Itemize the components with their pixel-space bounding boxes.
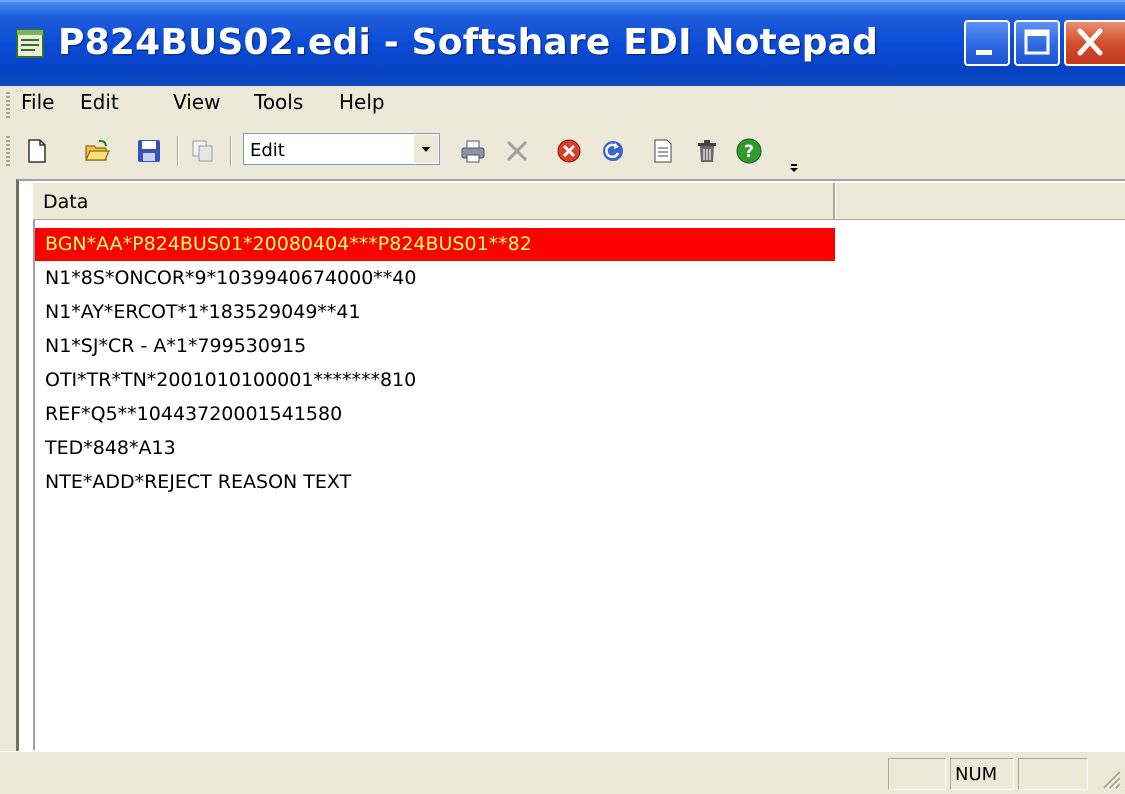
menu-edit[interactable]: Edit	[80, 90, 119, 114]
copy-icon[interactable]	[190, 138, 216, 164]
status-bar: NUM	[0, 751, 1125, 794]
grid-row[interactable]: N1*8S*ONCOR*9*1039940674000**40	[35, 262, 835, 295]
save-icon[interactable]	[136, 138, 162, 164]
menu-bar: File Edit View Tools Help	[0, 86, 1125, 122]
close-button[interactable]	[1064, 20, 1125, 66]
column-header-data[interactable]: Data	[33, 183, 835, 219]
maximize-icon	[1024, 29, 1050, 55]
mode-select-value: Edit	[250, 140, 285, 161]
close-icon	[1077, 28, 1103, 56]
chevron-down-icon	[422, 147, 430, 152]
refresh-icon[interactable]	[600, 138, 626, 164]
toolbar-overflow-icon[interactable]	[789, 160, 799, 174]
maximize-button[interactable]	[1014, 20, 1060, 66]
status-pane-caps	[888, 758, 946, 790]
grid-row[interactable]: N1*AY*ERCOT*1*183529049**41	[35, 296, 835, 329]
open-folder-icon[interactable]	[84, 138, 110, 164]
column-header-label: Data	[43, 191, 89, 213]
grid-row[interactable]: OTI*TR*TN*2001010100001*******810	[35, 364, 835, 397]
grid-header: Data	[33, 183, 1125, 220]
minimize-button[interactable]	[964, 20, 1010, 66]
grid-row[interactable]: REF*Q5**10443720001541580	[35, 398, 835, 431]
mode-select-dropdown[interactable]	[414, 135, 438, 163]
menu-tools[interactable]: Tools	[254, 90, 303, 114]
status-pane-scroll	[1018, 758, 1088, 790]
grid-row[interactable]: N1*SJ*CR - A*1*799530915	[35, 330, 835, 363]
toolbar-grip[interactable]	[6, 136, 10, 166]
window-title: P824BUS02.edi - Softshare EDI Notepad	[58, 22, 879, 63]
menubar-grip[interactable]	[6, 92, 10, 118]
grid-row-selected[interactable]: BGN*AA*P824BUS01*20080404***P824BUS01**8…	[35, 228, 835, 261]
minimize-icon	[976, 50, 992, 55]
new-document-icon[interactable]	[24, 138, 50, 164]
header-divider	[835, 183, 836, 219]
svg-text:?: ?	[744, 142, 754, 162]
trash-icon[interactable]	[694, 138, 720, 164]
menu-view[interactable]: View	[173, 90, 220, 114]
toolbar-separator	[177, 136, 179, 166]
title-bar[interactable]: P824BUS02.edi - Softshare EDI Notepad	[0, 0, 1125, 86]
delete-x-icon[interactable]	[504, 138, 530, 164]
grid-row[interactable]: TED*848*A13	[35, 432, 835, 465]
notepad-icon	[16, 29, 44, 58]
menu-help[interactable]: Help	[339, 90, 385, 114]
print-icon[interactable]	[460, 138, 486, 164]
properties-icon[interactable]	[650, 138, 676, 164]
stop-icon[interactable]	[556, 138, 582, 164]
help-icon[interactable]: ?	[736, 138, 762, 164]
grid-row[interactable]: NTE*ADD*REJECT REASON TEXT	[35, 466, 835, 499]
resize-grip-icon[interactable]	[1096, 764, 1122, 790]
menu-file[interactable]: File	[21, 90, 54, 114]
status-pane-num: NUM	[950, 758, 1014, 790]
toolbar: ?	[0, 124, 1125, 178]
toolbar-separator	[230, 136, 232, 166]
mode-select[interactable]: Edit	[243, 133, 440, 165]
